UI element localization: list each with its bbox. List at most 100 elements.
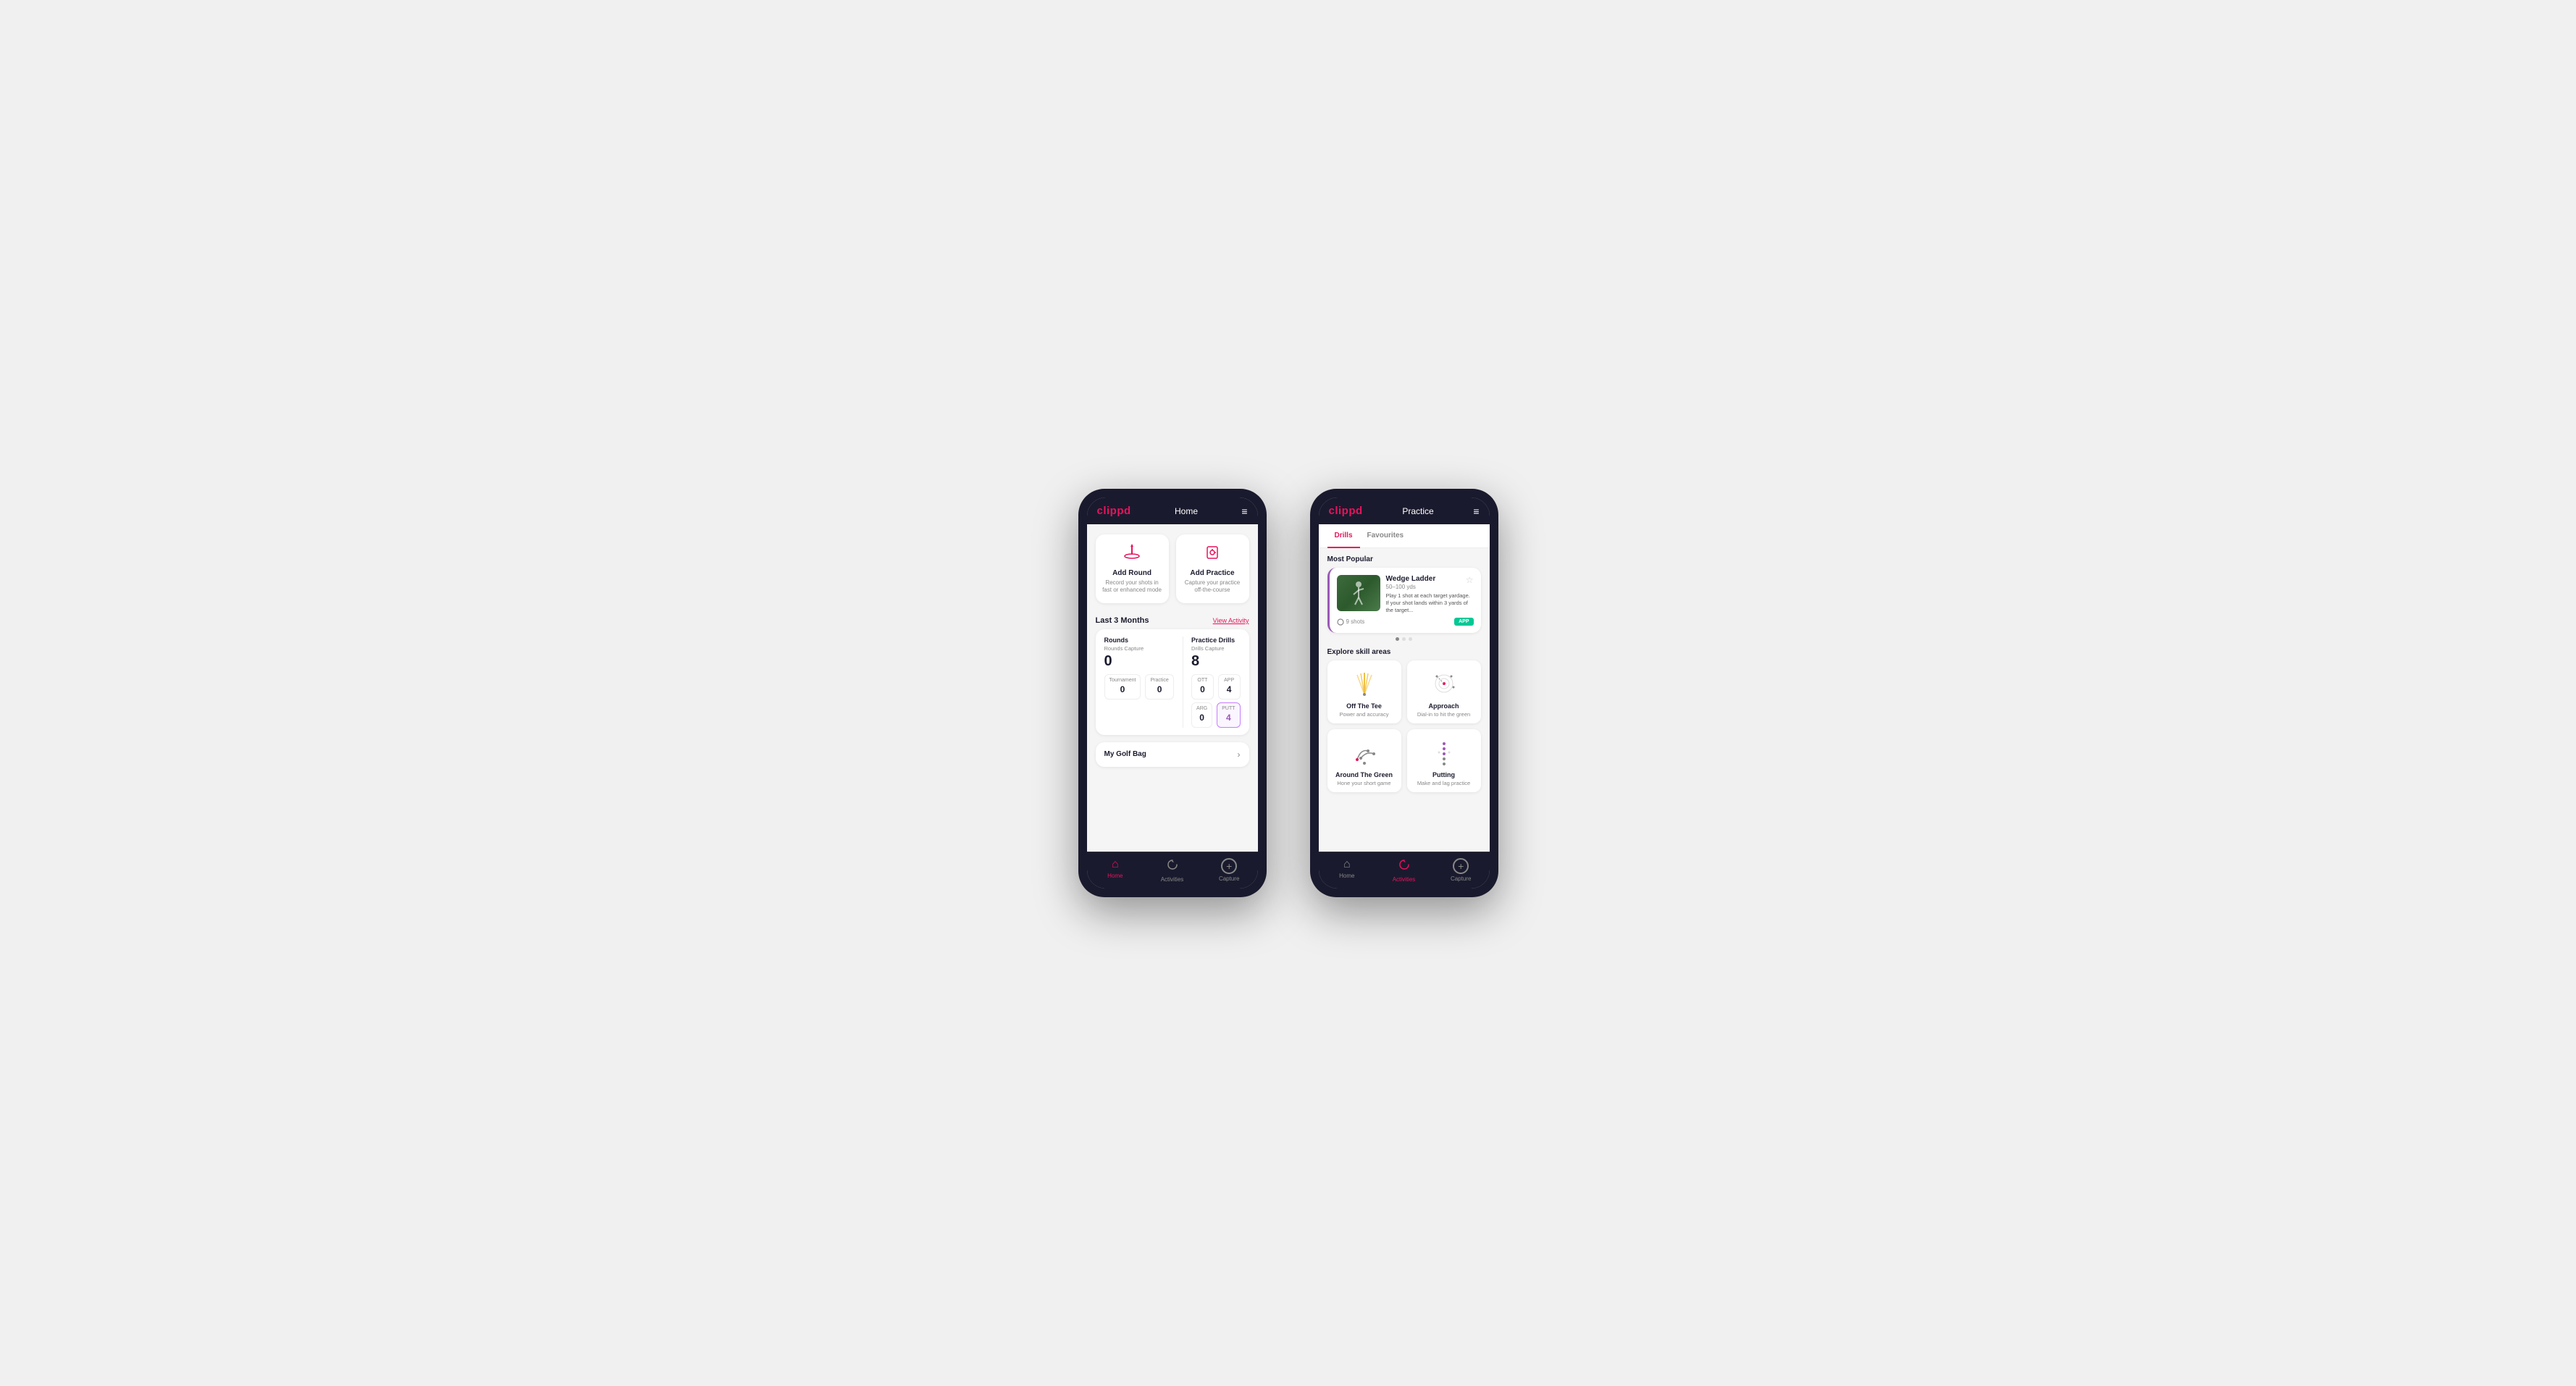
practice-nav-activities-label: Activities	[1393, 876, 1416, 883]
putt-box: PUTT 4	[1217, 702, 1240, 728]
phone-home: clippd Home ≡ Add Round Record your	[1078, 489, 1267, 897]
golf-bag-label: My Golf Bag	[1104, 750, 1146, 758]
practice-title: Practice	[1402, 506, 1433, 516]
activities-nav-icon	[1166, 858, 1179, 875]
practice-activities-icon	[1398, 858, 1411, 875]
nav-home-label: Home	[1107, 873, 1123, 879]
practice-menu-icon[interactable]: ≡	[1473, 505, 1479, 517]
most-popular-label: Most Popular	[1319, 548, 1490, 568]
off-the-tee-icon	[1346, 669, 1383, 698]
practice-bottom-nav: ⌂ Home Activities + Capture	[1319, 852, 1490, 889]
home-content: Add Round Record your shots in fast or e…	[1087, 524, 1258, 852]
skill-approach[interactable]: Approach Dial-in to hit the green	[1407, 660, 1481, 723]
rounds-capture-label: Rounds Capture	[1104, 645, 1174, 652]
off-the-tee-name: Off The Tee	[1333, 702, 1396, 710]
approach-name: Approach	[1413, 702, 1475, 710]
tab-drills[interactable]: Drills	[1327, 524, 1360, 548]
app-box: APP 4	[1218, 674, 1241, 700]
rounds-col: Rounds Rounds Capture 0 Tournament 0 Pra…	[1104, 637, 1174, 728]
putting-name: Putting	[1413, 771, 1475, 778]
dot-3	[1409, 637, 1412, 641]
stats-card: Rounds Rounds Capture 0 Tournament 0 Pra…	[1096, 629, 1249, 735]
activity-title: Last 3 Months	[1096, 616, 1149, 625]
golf-bag-row[interactable]: My Golf Bag ›	[1096, 742, 1249, 767]
add-round-desc: Record your shots in fast or enhanced mo…	[1102, 579, 1163, 595]
add-round-card[interactable]: Add Round Record your shots in fast or e…	[1096, 534, 1169, 603]
skill-off-the-tee[interactable]: Off The Tee Power and accuracy	[1327, 660, 1401, 723]
drill-info: Wedge Ladder 50–100 yds Play 1 shot at e…	[1386, 575, 1474, 613]
ott-box: OTT 0	[1191, 674, 1214, 700]
arg-box: ARG 0	[1191, 702, 1212, 728]
home-title: Home	[1175, 506, 1198, 516]
capture-nav-icon: +	[1221, 858, 1237, 874]
skill-putting[interactable]: Putting Make and lag practice	[1407, 729, 1481, 792]
practice-label: Practice	[1150, 678, 1168, 683]
practice-capture-icon: +	[1453, 858, 1469, 874]
practice-home-icon: ⌂	[1343, 858, 1351, 871]
around-the-green-name: Around The Green	[1333, 771, 1396, 778]
dot-1	[1396, 637, 1399, 641]
add-round-title: Add Round	[1102, 569, 1163, 577]
drills-title: Practice Drills	[1191, 637, 1240, 644]
skill-around-the-green[interactable]: Around The Green Hone your short game	[1327, 729, 1401, 792]
add-practice-title: Add Practice	[1182, 569, 1243, 577]
practice-header: clippd Practice ≡	[1319, 497, 1490, 524]
putting-icon	[1426, 738, 1462, 767]
approach-icon	[1426, 669, 1462, 698]
app-label: APP	[1223, 678, 1235, 683]
nav-capture-label: Capture	[1219, 875, 1239, 882]
practice-tabs: Drills Favourites	[1319, 524, 1490, 548]
practice-nav-capture-label: Capture	[1451, 875, 1471, 882]
drill-thumbnail	[1337, 575, 1380, 611]
practice-nav-home[interactable]: ⌂ Home	[1319, 852, 1376, 889]
rounds-title: Rounds	[1104, 637, 1174, 644]
around-the-green-icon	[1346, 738, 1383, 767]
practice-value: 0	[1157, 684, 1162, 694]
ott-value: 0	[1200, 684, 1205, 694]
app-logo: clippd	[1097, 505, 1131, 517]
practice-content: Most Popular	[1319, 548, 1490, 852]
drill-card-featured[interactable]: Wedge Ladder 50–100 yds Play 1 shot at e…	[1327, 568, 1481, 633]
nav-home[interactable]: ⌂ Home	[1087, 852, 1144, 889]
home-bottom-nav: ⌂ Home Activities + Capture	[1087, 852, 1258, 889]
add-practice-desc: Capture your practice off-the-course	[1182, 579, 1243, 595]
home-header: clippd Home ≡	[1087, 497, 1258, 524]
nav-activities[interactable]: Activities	[1144, 852, 1201, 889]
menu-icon[interactable]: ≡	[1241, 505, 1247, 517]
practice-nav-activities[interactable]: Activities	[1375, 852, 1432, 889]
tournament-label: Tournament	[1109, 678, 1136, 683]
drill-yds: 50–100 yds	[1386, 584, 1474, 590]
arg-label: ARG	[1196, 706, 1207, 711]
carousel-dots	[1319, 633, 1490, 645]
drill-shots: 9 shots	[1337, 618, 1365, 626]
tab-favourites[interactable]: Favourites	[1360, 524, 1411, 548]
activity-header: Last 3 Months View Activity	[1087, 610, 1258, 629]
nav-capture[interactable]: + Capture	[1201, 852, 1258, 889]
drills-capture-value: 8	[1191, 653, 1240, 670]
drills-col: Practice Drills Drills Capture 8 OTT 0 A…	[1191, 637, 1240, 728]
home-nav-icon: ⌂	[1112, 858, 1119, 871]
chevron-right-icon: ›	[1238, 749, 1241, 760]
favorite-star-icon[interactable]: ☆	[1466, 575, 1474, 585]
practice-logo: clippd	[1329, 505, 1363, 517]
add-practice-card[interactable]: Add Practice Capture your practice off-t…	[1176, 534, 1249, 603]
tournament-box: Tournament 0	[1104, 674, 1141, 700]
putting-desc: Make and lag practice	[1413, 780, 1475, 786]
practice-nav-home-label: Home	[1339, 873, 1354, 879]
add-round-icon	[1102, 543, 1163, 566]
add-practice-icon	[1182, 543, 1243, 566]
action-cards: Add Round Record your shots in fast or e…	[1087, 524, 1258, 610]
drills-capture-label: Drills Capture	[1191, 645, 1240, 652]
tournament-value: 0	[1120, 684, 1125, 694]
ott-label: OTT	[1196, 678, 1209, 683]
rounds-capture-value: 0	[1104, 653, 1174, 670]
putt-value: 4	[1226, 713, 1231, 723]
drill-desc: Play 1 shot at each target yardage. If y…	[1386, 592, 1474, 613]
view-activity-link[interactable]: View Activity	[1213, 617, 1249, 624]
nav-activities-label: Activities	[1161, 876, 1184, 883]
off-the-tee-desc: Power and accuracy	[1333, 711, 1396, 718]
practice-nav-capture[interactable]: + Capture	[1432, 852, 1490, 889]
dot-2	[1402, 637, 1406, 641]
skill-grid: Off The Tee Power and accuracy	[1319, 660, 1490, 799]
phone-practice: clippd Practice ≡ Drills Favourites Most…	[1310, 489, 1498, 897]
